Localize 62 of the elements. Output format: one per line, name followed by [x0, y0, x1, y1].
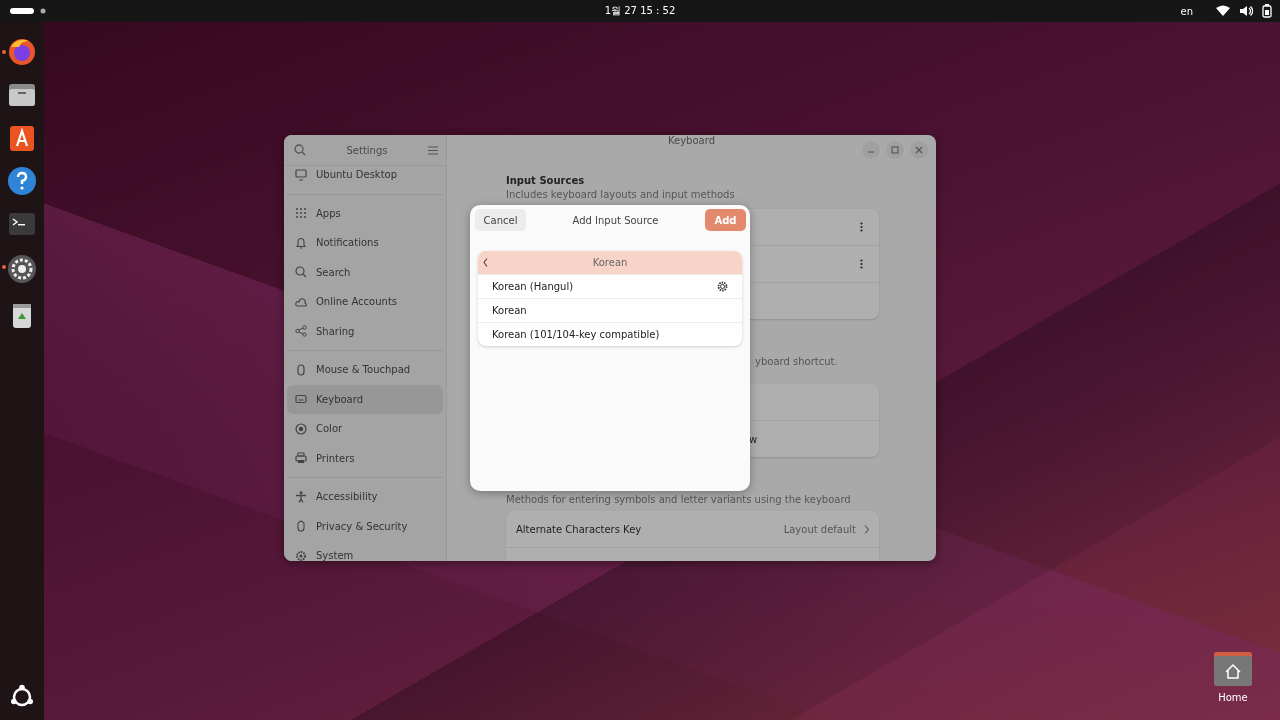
menu-icon: [428, 145, 438, 155]
sidebar-item[interactable]: Mouse & Touchpad: [287, 355, 443, 385]
section-description: Methods for entering symbols and letter variants using the keyboard: [506, 494, 852, 505]
printer-icon: [295, 452, 307, 465]
grid-icon: [295, 207, 307, 220]
sidebar-title: Settings: [346, 144, 388, 156]
section-heading: Input Sources: [506, 175, 586, 186]
alternate-characters-row[interactable]: Alternate Characters Key Layout default: [506, 511, 879, 548]
gear-icon[interactable]: [7, 254, 37, 284]
sidebar-item[interactable]: Keyboard: [287, 384, 443, 414]
chevron-left-icon: [483, 258, 488, 267]
accessibility-icon: [295, 490, 307, 503]
back-button[interactable]: Korean: [478, 251, 742, 274]
row-label: w: [749, 433, 758, 445]
monitor-icon: [295, 168, 307, 181]
cloud-icon: [295, 295, 307, 308]
sidebar-item[interactable]: Online Accounts: [287, 287, 443, 317]
color-icon: [295, 422, 307, 435]
volume-icon: [1239, 5, 1253, 17]
search-icon: [294, 144, 306, 156]
keyboard-icon: [295, 393, 307, 406]
sidebar-item[interactable]: Printers: [287, 443, 443, 473]
wifi-icon: [1216, 5, 1230, 17]
close-button[interactable]: [910, 141, 928, 159]
cancel-button[interactable]: Cancel: [475, 209, 526, 231]
workspace-indicator-icon: [10, 7, 46, 15]
sidebar-item[interactable]: Sharing: [287, 316, 443, 346]
home-folder-icon: [1214, 652, 1252, 686]
sidebar-item[interactable]: Search: [287, 257, 443, 287]
row-value: Layout default: [783, 523, 856, 535]
search-icon: [295, 266, 307, 279]
section-description: yboard shortcut.: [755, 356, 838, 367]
dialog-title: Add Input Source: [572, 214, 659, 226]
window-title: Keyboard: [668, 135, 715, 146]
section-description: Includes keyboard layouts and input methods: [506, 189, 736, 200]
sidebar-item[interactable]: Apps: [287, 198, 443, 228]
kebab-icon: [860, 222, 863, 232]
search-button[interactable]: [292, 142, 308, 158]
settings-icon: [295, 549, 307, 561]
menu-button[interactable]: [426, 143, 440, 157]
chevron-right-icon: [864, 524, 869, 534]
browser-icon[interactable]: [7, 36, 37, 67]
icon-label[interactable]: Home: [1218, 692, 1248, 703]
sidebar-item[interactable]: Color: [287, 414, 443, 444]
mouse-icon: [295, 363, 307, 376]
close-icon: [914, 145, 924, 155]
clock[interactable]: 1월 27 15 : 52: [590, 4, 690, 18]
sidebar-item[interactable]: Privacy & Security: [287, 511, 443, 541]
help-icon[interactable]: [7, 165, 37, 196]
kebab-icon: [860, 259, 863, 269]
sidebar-item[interactable]: Ubuntu Desktop: [287, 166, 443, 190]
list-item[interactable]: Korean (Hangul): [478, 274, 742, 298]
keyboard-layout-indicator[interactable]: en: [1180, 5, 1193, 17]
sidebar-item[interactable]: Accessibility: [287, 482, 443, 512]
maximize-icon: [890, 145, 900, 155]
sidebar-item[interactable]: Notifications: [287, 228, 443, 258]
list-item[interactable]: Korean: [478, 298, 742, 322]
list-item[interactable]: Korean (101/104-key compatible): [478, 322, 742, 346]
bell-icon: [295, 236, 307, 249]
battery-icon: [1262, 4, 1272, 18]
sidebar-item[interactable]: System: [287, 541, 443, 561]
share-icon: [295, 325, 307, 338]
